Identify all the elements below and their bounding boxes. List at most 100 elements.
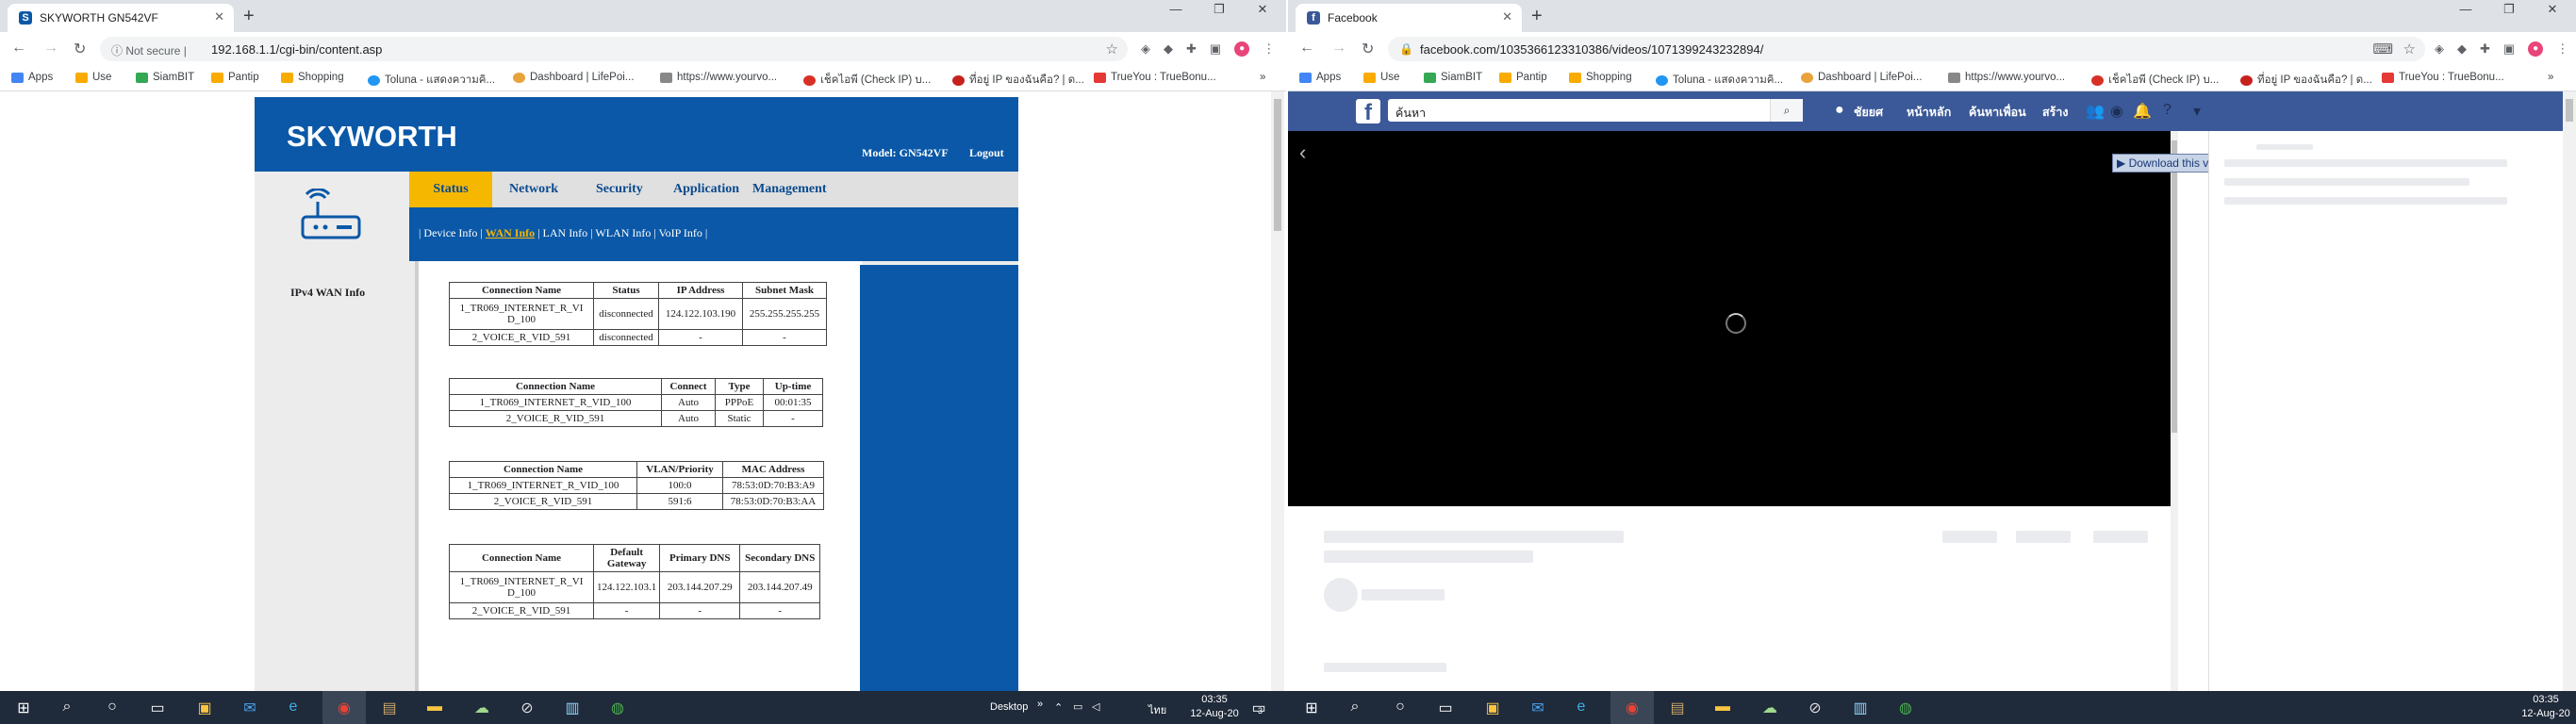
app-icon[interactable]: ⊘ [1805,699,1825,717]
bookmark-apps[interactable]: Apps [11,72,53,83]
store-icon[interactable]: ▣ [194,699,215,717]
scrollbar-thumb[interactable] [2566,99,2573,122]
sidebar-ipv4-wan-info[interactable]: IPv4 WAN Info [290,286,365,300]
clock-time[interactable]: 03:35 [1186,694,1243,705]
chrome-icon[interactable]: ◉ [334,699,355,717]
network-app-icon[interactable]: ☁ [471,699,492,717]
tab-skyworth[interactable]: S SKYWORTH GN542VF ✕ [8,4,234,32]
page-scrollbar[interactable] [2563,91,2576,691]
tab-close-icon[interactable]: ✕ [214,9,224,25]
extension-icon[interactable]: ▣ [1210,41,1221,57]
task-view-icon[interactable]: ▭ [1435,699,1456,717]
menu-management[interactable]: Management [752,172,827,207]
bookmarks-overflow-button[interactable]: » [2548,72,2553,83]
app-icon[interactable]: ▥ [1850,699,1871,717]
forward-arrow-icon[interactable]: → [43,40,58,57]
back-arrow-icon[interactable]: ← [11,40,26,57]
desktop-toolbar-label[interactable]: Desktop [990,701,1028,713]
bookmark-checkip[interactable]: เช็คไอพี (Check IP) บ... [803,72,931,89]
nav-create[interactable]: สร้าง [2042,103,2068,122]
url-text[interactable]: facebook.com/1035366123310386/videos/107… [1420,42,1763,57]
app-icon[interactable]: ⊘ [517,699,537,717]
submenu-wan-info[interactable]: WAN Info [486,226,535,239]
file-explorer-icon[interactable]: ▬ [1712,699,1733,716]
friend-requests-icon[interactable]: 👥 [2086,102,2105,121]
windows-start-icon[interactable]: ⊞ [1301,699,1322,717]
bookmarks-overflow-button[interactable]: » [1260,72,1265,83]
reload-icon[interactable]: ↻ [74,40,86,58]
logout-link[interactable]: Logout [969,146,1004,160]
nav-home[interactable]: หน้าหลัก [1907,103,1951,122]
task-view-icon[interactable]: ▭ [147,699,168,717]
bookmark-star-icon[interactable]: ☆ [1106,41,1118,58]
profile-avatar[interactable]: ● [2528,41,2544,57]
facebook-logo[interactable]: f [1356,99,1380,125]
bookmark-folder-shopping[interactable]: Shopping [281,72,344,83]
facebook-search-input[interactable]: ค้นหา ⌕ [1388,99,1803,122]
scrollbar-thumb[interactable] [1274,99,1281,231]
menu-application[interactable]: Application [673,172,739,207]
minimize-button[interactable]: — [1164,2,1188,17]
restore-button[interactable]: ❐ [1207,2,1231,17]
restore-button[interactable]: ❐ [2497,2,2521,17]
translate-icon[interactable]: ⌨ [2372,41,2393,58]
tab-facebook[interactable]: f Facebook ✕ [1296,4,1522,32]
address-bar[interactable]: 🔒 facebook.com/1035366123310386/videos/1… [1388,37,2425,61]
menu-status[interactable]: Status [409,172,492,207]
url-text[interactable]: 192.168.1.1/cgi-bin/content.asp [211,42,382,57]
bookmark-whatismyip[interactable]: ที่อยู่ IP ของฉันคือ? | ด... [2240,72,2372,89]
search-icon[interactable]: ⌕ [57,699,77,716]
extension-icon[interactable]: ◈ [1141,41,1150,57]
search-icon[interactable]: ⌕ [1345,699,1365,716]
app-icon[interactable]: ▤ [379,699,400,717]
messenger-icon[interactable]: ◉ [2110,102,2123,121]
page-scrollbar[interactable] [1271,91,1284,691]
extension-icon[interactable]: ◈ [2435,41,2444,57]
bookmark-folder-use[interactable]: Use [75,72,111,83]
bookmark-yourvoice[interactable]: https://www.yourvo... [660,72,777,83]
previous-chevron-icon[interactable]: ‹ [1299,140,1306,165]
help-icon[interactable]: ? [2163,102,2171,119]
search-icon[interactable]: ⌕ [1770,99,1803,122]
app-icon[interactable]: ▤ [1667,699,1688,717]
menu-kebab-icon[interactable]: ⋮ [1263,41,1275,57]
bookmark-whatismyip[interactable]: ที่อยู่ IP ของฉันคือ? | ด... [952,72,1084,89]
clock-time[interactable]: 03:35 [2519,694,2572,705]
notifications-bell-icon[interactable]: 🔔 [2133,102,2152,121]
network-tray-icon[interactable]: ▭ [1073,700,1082,713]
bookmark-siambit[interactable]: SiamBIT [1424,72,1482,83]
tray-chevron-icon[interactable]: ⌃ [1054,701,1063,714]
clock-date[interactable]: 12-Aug-20 [2519,708,2572,719]
nav-profile-name[interactable]: ชัยยศ [1854,103,1883,122]
tab-close-icon[interactable]: ✕ [1502,9,1512,25]
bookmark-folder-use[interactable]: Use [1363,72,1399,83]
bookmark-apps[interactable]: Apps [1299,72,1341,83]
profile-avatar[interactable]: ● [1234,41,1250,57]
puzzle-extension-icon[interactable]: ✚ [1186,41,1197,57]
menu-network[interactable]: Network [509,172,558,207]
windows-start-icon[interactable]: ⊞ [13,699,34,717]
clock-date[interactable]: 12-Aug-20 [1186,708,1243,719]
bookmark-checkip[interactable]: เช็คไอพี (Check IP) บ... [2091,72,2219,89]
minimize-button[interactable]: — [2453,2,2478,17]
input-language[interactable]: ไทย [1148,701,1166,718]
bookmark-lifepoints[interactable]: Dashboard | LifePoi... [1801,72,1922,83]
bookmark-toluna[interactable]: Toluna - แสดงความคิ... [1656,72,1783,89]
close-window-button[interactable]: ✕ [2540,2,2565,17]
new-tab-button[interactable]: + [243,6,255,27]
extension-icon[interactable]: ◆ [2457,41,2467,57]
menu-security[interactable]: Security [596,172,643,207]
bookmark-yourvoice[interactable]: https://www.yourvo... [1948,72,2065,83]
video-scrollbar[interactable] [2171,131,2178,691]
forward-arrow-icon[interactable]: → [1331,40,1346,57]
bookmark-siambit[interactable]: SiamBIT [136,72,194,83]
desktop-overflow-icon[interactable]: » [1037,699,1043,710]
bookmark-star-icon[interactable]: ☆ [2403,41,2416,58]
bookmark-trueyou[interactable]: TrueYou : TrueBonu... [2382,72,2504,83]
reload-icon[interactable]: ↻ [1362,40,1374,58]
edge-icon[interactable]: e [283,699,304,716]
mail-icon[interactable]: ✉ [1527,699,1548,717]
file-explorer-icon[interactable]: ▬ [424,699,445,716]
scrollbar-thumb[interactable] [2171,140,2177,433]
store-icon[interactable]: ▣ [1482,699,1503,717]
